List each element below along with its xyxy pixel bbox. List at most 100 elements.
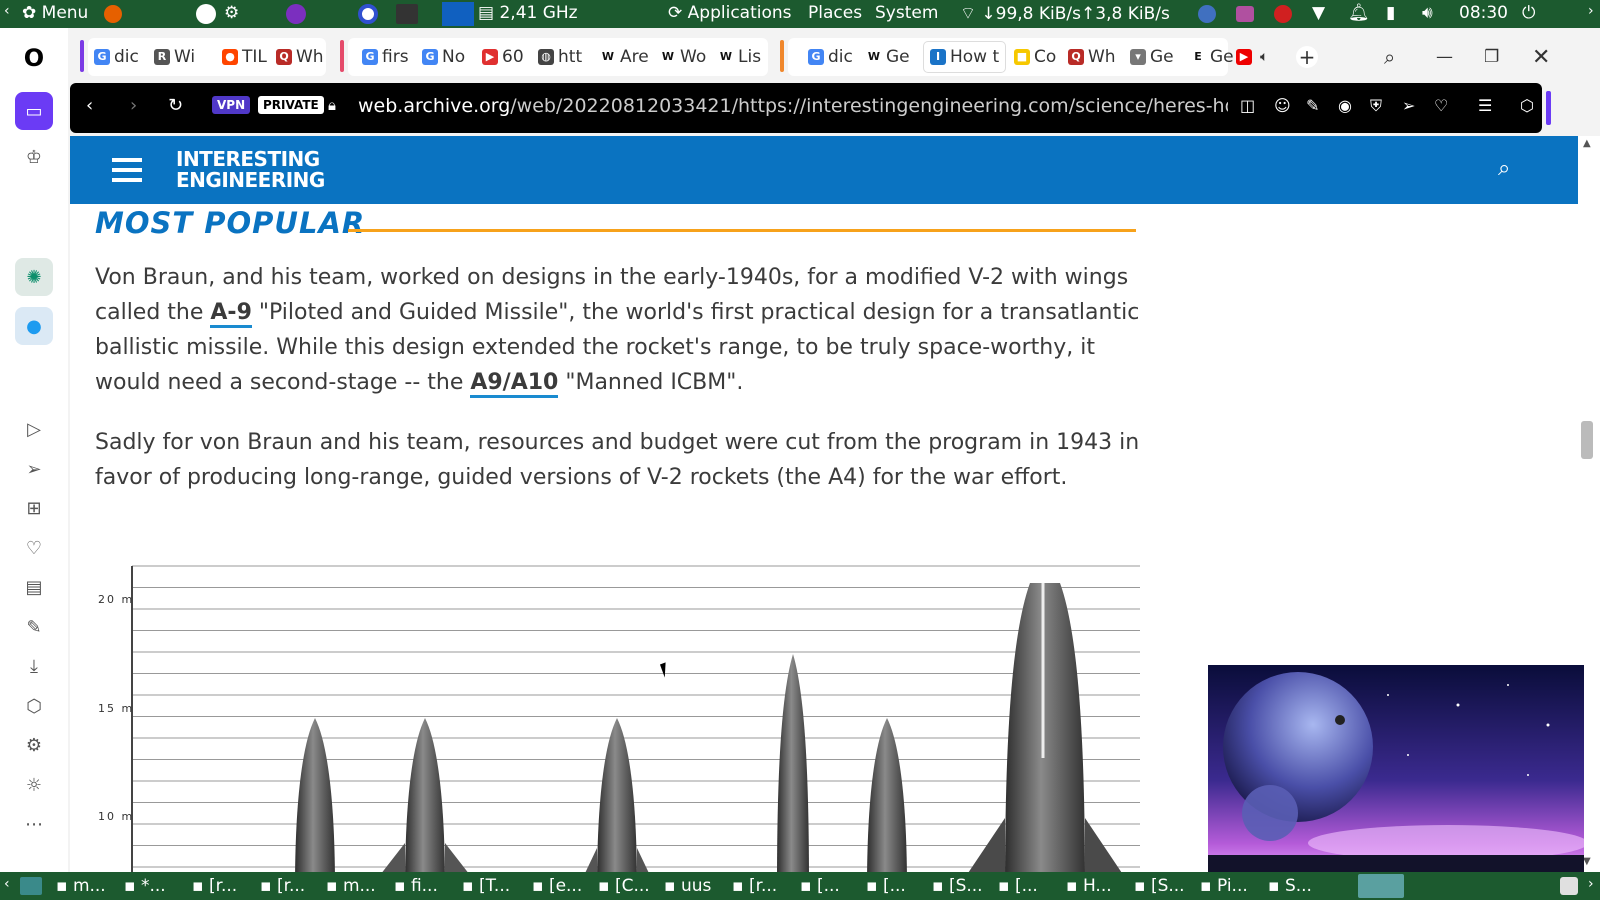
taskbar-item[interactable]: ▪ S...: [1268, 876, 1312, 896]
downloads-icon[interactable]: ⤓: [20, 652, 48, 680]
taskbar-item[interactable]: ▪ [r...: [260, 876, 305, 896]
taskbar-item[interactable]: ▪ [S...: [1134, 876, 1185, 896]
tab-11[interactable]: Gdic: [808, 42, 853, 72]
taskbar-item[interactable]: ▪ [...: [866, 876, 906, 896]
taskbar-item[interactable]: ▪ fi...: [394, 876, 438, 896]
site-search-icon[interactable]: ⌕: [1498, 156, 1510, 181]
tab-0[interactable]: Gdic: [94, 42, 139, 72]
site-logo[interactable]: INTERESTING ENGINEERING: [176, 149, 325, 191]
scroll-up-icon[interactable]: ▲: [1583, 138, 1591, 149]
tab-10[interactable]: W Lis: [718, 42, 761, 72]
tab-16[interactable]: ▾ Ge: [1130, 42, 1174, 72]
snapshot-camera-icon[interactable]: ◉: [1338, 96, 1352, 115]
tab-audio-icon[interactable]: 🔈︎: [1260, 42, 1268, 72]
tab-2[interactable]: ● TIL: [222, 42, 267, 72]
workspace-icon[interactable]: ▭: [15, 92, 53, 130]
vpn-badge[interactable]: VPN: [212, 96, 251, 114]
taskbar-item[interactable]: ▪ Pi...: [1200, 876, 1248, 896]
pinboard-icon[interactable]: ✎: [20, 613, 48, 641]
lock-icon[interactable]: 🔒︎: [328, 96, 336, 114]
taskbar-item[interactable]: ▪ [r...: [192, 876, 237, 896]
twitter-icon[interactable]: ●: [15, 307, 53, 345]
youtube-tab-icon[interactable]: ▶: [1236, 42, 1256, 72]
close-window-button[interactable]: ✕: [1532, 42, 1550, 72]
menu-button[interactable]: ✿ Menu: [22, 3, 88, 23]
send-icon[interactable]: ➢: [20, 455, 48, 483]
show-desktop-icon[interactable]: [20, 877, 42, 895]
applications-menu[interactable]: ⟳ Applications: [668, 3, 792, 23]
tips-lightbulb-icon[interactable]: ☼: [20, 771, 48, 799]
taskbar-item[interactable]: ▪ [...: [800, 876, 840, 896]
panel-right-arrow-icon[interactable]: ›: [1588, 3, 1594, 19]
extensions-cube-icon[interactable]: ⬡: [1520, 96, 1534, 115]
tab-15[interactable]: Q Wh: [1068, 42, 1116, 72]
a9-link[interactable]: A-9: [210, 300, 252, 328]
notification-bell-icon[interactable]: 🔔︎: [1348, 3, 1370, 23]
tab-14[interactable]: ■ Co: [1014, 42, 1056, 72]
emoji-icon[interactable]: ☺: [1274, 96, 1291, 115]
tab-1[interactable]: R Wi: [154, 42, 195, 72]
taskbar-item[interactable]: ▪ *...: [124, 876, 166, 896]
reader-mode-icon[interactable]: ◫: [1240, 96, 1255, 115]
taskbar-item[interactable]: ▪ [T...: [462, 876, 510, 896]
wifi-tray-icon[interactable]: ▼: [1312, 3, 1325, 23]
chatgpt-icon[interactable]: ✺: [15, 258, 53, 296]
taskbar-right-arrow-icon[interactable]: ›: [1588, 876, 1594, 892]
extensions-icon[interactable]: ⬡: [20, 692, 48, 720]
trash-icon[interactable]: [1560, 877, 1578, 895]
qbittorrent-tray-icon[interactable]: [1198, 5, 1216, 23]
speed-dial-icon[interactable]: ⊞: [20, 494, 48, 522]
maximize-button[interactable]: ❐: [1484, 42, 1499, 72]
app-a-icon[interactable]: [196, 4, 216, 24]
taskbar-item[interactable]: ▪ [r...: [732, 876, 777, 896]
scrollbar-thumb[interactable]: [1581, 421, 1593, 459]
tab-3[interactable]: Q Wh: [276, 42, 324, 72]
taskbar-item[interactable]: ▪ [S...: [932, 876, 983, 896]
app-purple-icon[interactable]: [286, 4, 306, 24]
send-page-icon[interactable]: ➢: [1402, 96, 1415, 115]
taskbar-item[interactable]: ▪ [...: [998, 876, 1038, 896]
taskbar-left-arrow-icon[interactable]: ‹: [4, 876, 10, 892]
battery-icon[interactable]: ▮: [1386, 3, 1395, 23]
tab-5[interactable]: G No: [422, 42, 465, 72]
taskbar-item[interactable]: ▪ m...: [326, 876, 376, 896]
scroll-down-icon[interactable]: ▼: [1583, 856, 1591, 867]
reload-button[interactable]: ↻: [168, 95, 183, 116]
tab-9[interactable]: W Wo: [660, 42, 706, 72]
opera-launcher-icon[interactable]: [358, 4, 378, 24]
tab-13[interactable]: I How t: [924, 42, 1006, 72]
taskbar-item[interactable]: ▪ H...: [1066, 876, 1112, 896]
taskbar-item[interactable]: ▪ uus: [664, 876, 711, 896]
bookmarks-heart-icon[interactable]: ♡: [20, 534, 48, 562]
forward-button[interactable]: ›: [130, 95, 137, 116]
settings-launcher-icon[interactable]: ⚙: [224, 3, 239, 23]
shield-icon[interactable]: ⛨: [1370, 96, 1382, 116]
panel-left-arrow-icon[interactable]: ‹: [4, 3, 10, 19]
clock[interactable]: 08:30: [1459, 3, 1508, 23]
new-tab-button[interactable]: +: [1296, 46, 1318, 68]
crown-icon[interactable]: ♔: [20, 143, 48, 171]
news-icon[interactable]: ▤: [20, 573, 48, 601]
volume-icon[interactable]: 🔊︎: [1422, 3, 1433, 23]
tab-8[interactable]: W Are: [600, 42, 649, 72]
firefox-icon[interactable]: [104, 5, 122, 23]
places-menu[interactable]: Places: [808, 3, 862, 23]
back-button[interactable]: ‹: [86, 95, 93, 116]
tab-12[interactable]: W Ge: [866, 42, 910, 72]
system-menu[interactable]: System: [875, 3, 938, 23]
tab-7[interactable]: ◍ htt: [538, 42, 582, 72]
record-tray-icon[interactable]: [1274, 5, 1292, 23]
more-icon[interactable]: ⋯: [20, 810, 48, 838]
opera-logo-icon[interactable]: O: [20, 44, 48, 72]
tab-4[interactable]: Gfirs: [362, 42, 409, 72]
taskbar-item[interactable]: ▪ [C...: [598, 876, 650, 896]
terminal-launcher-icon[interactable]: [396, 4, 418, 24]
settings-icon[interactable]: ⚙: [20, 731, 48, 759]
player-icon[interactable]: ▷: [20, 415, 48, 443]
power-icon[interactable]: ⏻: [1522, 3, 1535, 23]
taskbar-item[interactable]: ▪ [e...: [532, 876, 582, 896]
bookmark-heart-icon[interactable]: ♡: [1434, 96, 1448, 115]
tab-17[interactable]: E Ge: [1190, 42, 1234, 72]
taskbar-item[interactable]: ▪ m...: [56, 876, 106, 896]
url-field[interactable]: web.archive.org/web/20220812033421/https…: [358, 95, 1228, 117]
